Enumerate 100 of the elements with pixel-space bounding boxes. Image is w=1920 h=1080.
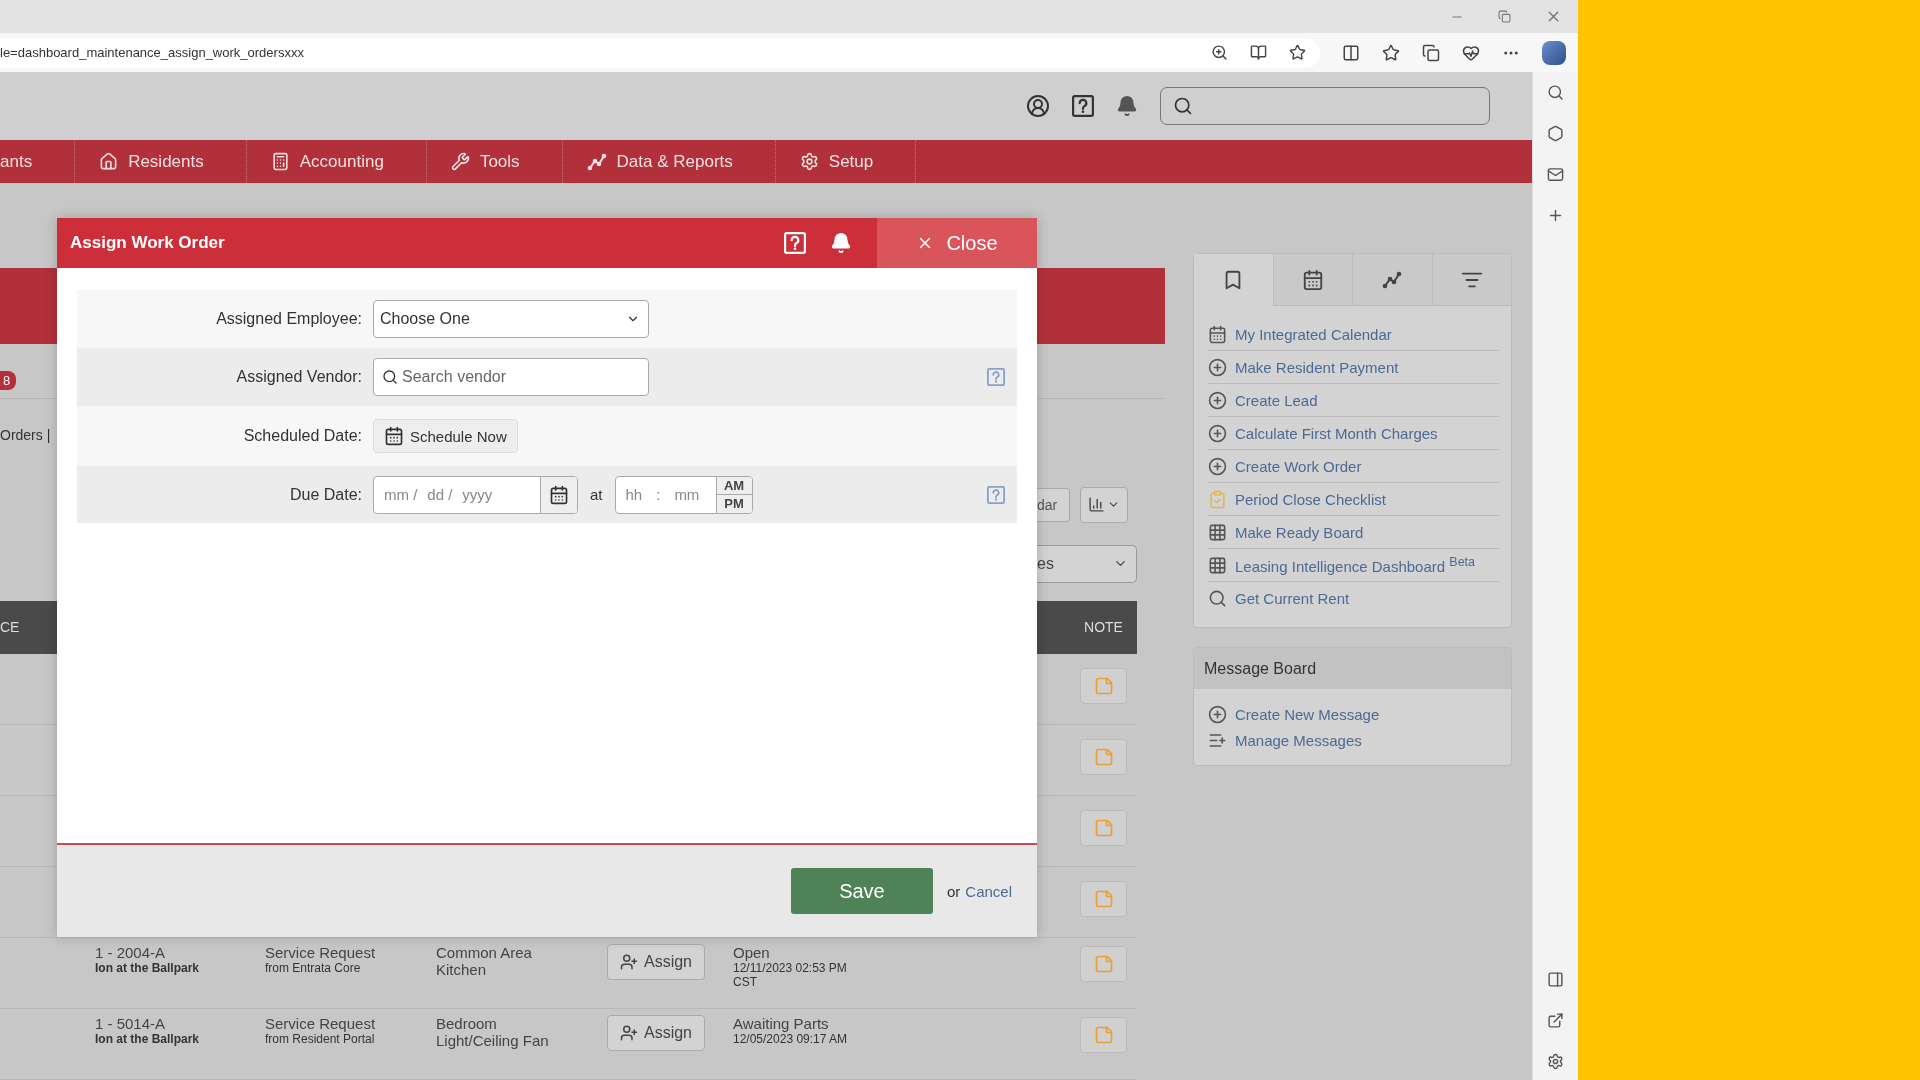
help-icon[interactable] [1072,95,1094,117]
sidebar-tab[interactable] [1272,254,1352,306]
favorites-icon[interactable] [1382,43,1400,62]
line-chart-icon [586,151,607,172]
calendar-button[interactable]: dar [1037,487,1070,522]
column-header: CE [0,619,21,636]
employee-select[interactable]: Choose One [373,300,649,338]
sidebar-link[interactable]: My Integrated Calendar [1208,318,1499,351]
field-label: Due Date: [288,485,362,504]
hexagon-icon[interactable] [1547,125,1564,142]
user-plus-icon [620,1024,638,1042]
nav-item[interactable]: Residents [75,140,247,183]
message-link[interactable]: Create New Message [1208,701,1497,727]
plus-circle-icon [1208,456,1227,476]
timezone-cell-text: CST [733,975,758,989]
search-icon[interactable] [1547,84,1564,101]
field-label: Assigned Employee: [215,310,362,328]
schedule-now-button[interactable]: Schedule Now [373,419,518,453]
message-link[interactable]: Manage Messages [1208,727,1497,753]
count-badge: 8 [0,371,17,391]
mail-icon[interactable] [1547,166,1564,183]
sidebar-link[interactable]: Get Current Rent [1208,582,1499,615]
note-icon [1093,889,1114,909]
clipboard-icon [1208,489,1227,509]
address-bar[interactable]: le=dashboard_maintenance_assign_work_ordersxxx [0,37,1320,68]
add-icon[interactable] [1547,207,1564,224]
status-cell-text: Open [733,944,771,961]
bell-icon[interactable] [1116,95,1138,117]
field-label: Assigned Vendor: [235,368,362,386]
status-cell-text: Awaiting Parts [733,1015,830,1032]
calendar-icon [384,426,404,446]
restore-icon[interactable] [1498,10,1511,23]
note-icon [1093,746,1114,767]
location-cell-text: Common Area Kitchen [436,944,533,978]
sidebar-link[interactable]: Make Ready Board [1208,516,1499,549]
search-icon [1208,589,1227,608]
sidebar-icon[interactable] [1547,971,1564,988]
close-button[interactable]: Close [877,218,1037,268]
column-header: NOTE [1083,619,1124,636]
star-icon[interactable] [1289,44,1306,61]
search-icon [382,369,398,385]
type-cell-text: Service Request [265,1015,377,1032]
message-board-title: Message Board [1194,648,1511,689]
vendor-search-field[interactable]: Search vendor [373,358,649,396]
user-icon[interactable] [1026,94,1050,118]
plus-circle-icon [1208,704,1227,724]
collections-icon[interactable] [1422,43,1440,62]
dialog-title: Assign Work Order [69,233,226,253]
user-plus-icon [620,953,638,971]
meridiem-button[interactable]: PM [716,494,752,513]
nav-item[interactable]: ants [0,140,76,183]
copilot-icon[interactable] [1542,40,1566,65]
settings-icon [799,152,819,171]
settings-icon[interactable] [1547,1053,1564,1070]
property-cell-text: Ion at the Ballpark [95,1032,201,1046]
date-cell-text: 12/11/2023 02:53 PM [733,961,848,975]
field-label: Scheduled Date: [242,427,362,445]
nav-item[interactable]: Accounting [246,140,427,183]
external-link-icon[interactable] [1547,1012,1564,1029]
heart-pulse-icon[interactable] [1462,43,1480,62]
grid-icon [1208,522,1227,542]
calculator-icon [270,152,290,171]
note-icon [1093,817,1114,838]
property-cell-text: Ion at the Ballpark [95,961,201,975]
bell-icon[interactable] [830,232,852,254]
save-button[interactable]: Save [790,868,933,914]
nav-item[interactable]: Tools [426,140,563,183]
grid-icon [1208,555,1227,575]
search-field[interactable] [1160,87,1490,125]
source-cell-text: from Resident Portal [265,1032,376,1046]
sidebar-link[interactable]: Make Resident Payment [1208,351,1499,384]
line-chart-icon [1382,269,1403,290]
sidebar-link[interactable]: Calculate First Month Charges [1208,417,1499,450]
sidebar-link[interactable]: Create Lead [1208,384,1499,417]
location-cell-text: Bedroom Light/Ceiling Fan [436,1015,550,1049]
plus-circle-icon [1208,357,1227,377]
nav-item[interactable]: Setup [775,140,917,183]
note-icon [1093,675,1114,696]
note-icon [1093,1025,1114,1045]
bar-chart-icon [1088,496,1105,514]
note-icon [1093,954,1114,974]
date-cell-text: 12/05/2023 09:17 AM [733,1032,849,1046]
sidebar-link[interactable]: Create Work Order [1208,450,1499,483]
filter-select[interactable]: es [1037,544,1137,583]
nav-item[interactable]: Data & Reports [562,140,776,183]
time-field[interactable]: hh : mm AM PM [614,475,753,514]
split-screen-icon[interactable] [1342,43,1360,62]
date-field[interactable]: mm / dd / yyyy [373,475,578,514]
zoom-icon[interactable] [1211,44,1228,61]
sidebar-link[interactable]: Period Close Checklist [1208,483,1499,516]
meridiem-button[interactable]: AM [716,476,752,494]
cancel-link[interactable]: Cancel [965,882,1012,900]
assign-button[interactable]: Assign [607,944,705,980]
calendar-button[interactable] [540,476,577,513]
chart-button[interactable] [1080,486,1128,523]
source-cell-text: from Entrata Core [265,961,362,975]
sidebar-link[interactable]: Leasing Intelligence Dashboard $^{Beta}$ [1208,549,1499,582]
assign-button[interactable]: Assign [607,1015,705,1051]
plus-circle-icon [1208,423,1227,443]
type-cell-text: Service Request [265,944,377,961]
